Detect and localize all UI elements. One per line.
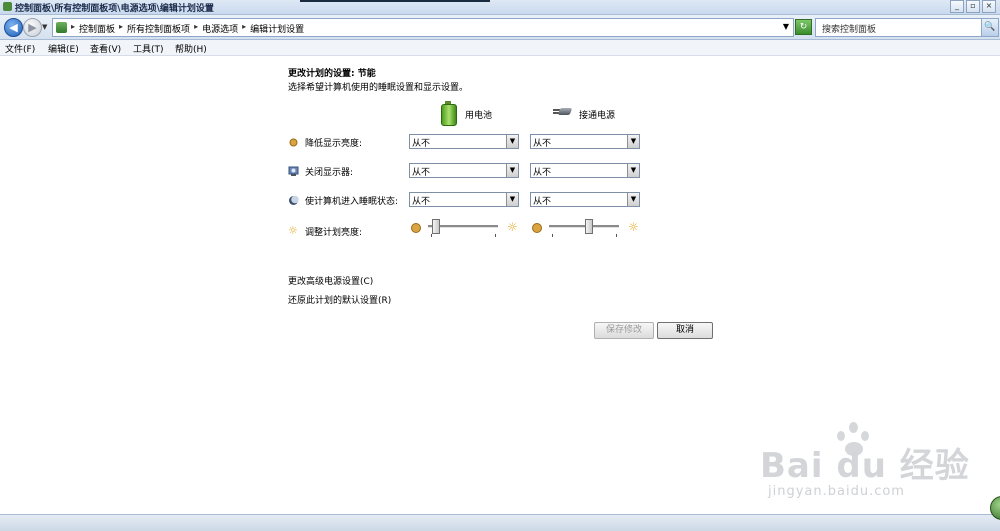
minimize-button[interactable]: _ bbox=[950, 0, 964, 13]
status-bar bbox=[0, 514, 1000, 531]
brightness-battery-slider[interactable] bbox=[428, 217, 498, 237]
menu-help[interactable]: 帮助(H) bbox=[175, 42, 207, 55]
breadcrumb-control-panel[interactable]: 控制面板 bbox=[79, 22, 115, 35]
power-plug-icon bbox=[553, 106, 575, 118]
page-subtitle: 选择希望计算机使用的睡眠设置和显示设置。 bbox=[288, 83, 469, 93]
sleep-plugged-select[interactable]: 从不 ▼ bbox=[530, 192, 640, 207]
battery-icon bbox=[441, 101, 457, 126]
breadcrumb-separator[interactable]: ▸ bbox=[71, 22, 75, 35]
title-bar-overlay bbox=[300, 0, 490, 2]
breadcrumb-edit-plan[interactable]: 编辑计划设置 bbox=[250, 22, 304, 35]
dim-sun-icon bbox=[532, 223, 542, 233]
dim-display-battery-select[interactable]: 从不 ▼ bbox=[409, 134, 519, 149]
back-button[interactable]: ◀ bbox=[4, 18, 23, 37]
column-header-battery: 用电池 bbox=[465, 111, 493, 121]
search-input[interactable]: 搜索控制面板 🔍 bbox=[815, 18, 999, 37]
column-header-plugged: 接通电源 bbox=[579, 111, 616, 121]
watermark-url: jingyan.baidu.com bbox=[768, 484, 905, 499]
brightness-plugged-slider[interactable] bbox=[549, 217, 619, 237]
window-title: 控制面板\所有控制面板项\电源选项\编辑计划设置 bbox=[15, 4, 214, 14]
page-title: 更改计划的设置: 节能 bbox=[288, 69, 376, 79]
menu-view[interactable]: 查看(V) bbox=[90, 42, 121, 55]
breadcrumb-separator[interactable]: ▸ bbox=[119, 22, 123, 35]
recent-pages-dropdown[interactable]: ▼ bbox=[42, 23, 47, 31]
control-panel-icon bbox=[56, 22, 67, 33]
row-label-turn-off-display: 关闭显示器: bbox=[305, 168, 354, 178]
restore-defaults-link[interactable]: 还原此计划的默认设置(R) bbox=[288, 293, 391, 306]
title-bar: 控制面板\所有控制面板项\电源选项\编辑计划设置 _ ▫ × bbox=[0, 0, 1000, 15]
slider-thumb[interactable] bbox=[585, 219, 593, 234]
forward-button[interactable]: ▶ bbox=[23, 18, 42, 37]
breadcrumb-separator[interactable]: ▸ bbox=[242, 22, 246, 35]
close-button[interactable]: × bbox=[982, 0, 996, 13]
bright-sun-icon: ☼ bbox=[507, 220, 518, 234]
sleep-moon-icon bbox=[288, 195, 299, 206]
navigation-bar: ◀ ▶ ▼ ▸ 控制面板 ▸ 所有控制面板项 ▸ 电源选项 ▸ 编辑计划设置 ▼… bbox=[0, 15, 1000, 40]
brightness-icon: ☼ bbox=[288, 224, 298, 237]
breadcrumb-all-items[interactable]: 所有控制面板项 bbox=[127, 22, 190, 35]
row-label-dim-display: 降低显示亮度: bbox=[305, 139, 363, 149]
turn-off-display-plugged-select[interactable]: 从不 ▼ bbox=[530, 163, 640, 178]
dim-display-plugged-select[interactable]: 从不 ▼ bbox=[530, 134, 640, 149]
chevron-down-icon[interactable]: ▼ bbox=[506, 135, 518, 148]
chevron-down-icon[interactable]: ▼ bbox=[506, 164, 518, 177]
menu-edit[interactable]: 编辑(E) bbox=[48, 42, 79, 55]
dim-display-icon bbox=[288, 137, 299, 148]
maximize-button[interactable]: ▫ bbox=[966, 0, 980, 13]
address-bar[interactable]: ▸ 控制面板 ▸ 所有控制面板项 ▸ 电源选项 ▸ 编辑计划设置 ▼ bbox=[52, 18, 794, 37]
breadcrumb-separator[interactable]: ▸ bbox=[194, 22, 198, 35]
row-label-brightness: 调整计划亮度: bbox=[305, 228, 363, 238]
advanced-power-settings-link[interactable]: 更改高级电源设置(C) bbox=[288, 274, 373, 287]
chevron-down-icon[interactable]: ▼ bbox=[506, 193, 518, 206]
chevron-down-icon[interactable]: ▼ bbox=[627, 164, 639, 177]
turn-off-display-battery-select[interactable]: 从不 ▼ bbox=[409, 163, 519, 178]
row-label-sleep: 使计算机进入睡眠状态: bbox=[305, 197, 399, 207]
slider-thumb[interactable] bbox=[432, 219, 440, 234]
menu-tools[interactable]: 工具(T) bbox=[133, 42, 164, 55]
control-panel-icon bbox=[3, 2, 12, 11]
chevron-down-icon[interactable]: ▼ bbox=[783, 22, 789, 31]
search-icon[interactable]: 🔍 bbox=[981, 19, 998, 36]
save-button[interactable]: 保存修改 bbox=[594, 322, 654, 339]
breadcrumb-power-options[interactable]: 电源选项 bbox=[202, 22, 238, 35]
menu-file[interactable]: 文件(F) bbox=[5, 42, 35, 55]
breadcrumb: ▸ 控制面板 ▸ 所有控制面板项 ▸ 电源选项 ▸ 编辑计划设置 bbox=[71, 22, 304, 35]
chevron-down-icon[interactable]: ▼ bbox=[627, 135, 639, 148]
monitor-icon bbox=[288, 166, 299, 177]
search-placeholder: 搜索控制面板 bbox=[822, 25, 877, 35]
bright-sun-icon: ☼ bbox=[628, 220, 639, 234]
sleep-battery-select[interactable]: 从不 ▼ bbox=[409, 192, 519, 207]
chevron-down-icon[interactable]: ▼ bbox=[627, 193, 639, 206]
dim-sun-icon bbox=[411, 223, 421, 233]
menu-bar: 文件(F) 编辑(E) 查看(V) 工具(T) 帮助(H) bbox=[0, 40, 1000, 56]
watermark-brand: Bai du 经验 bbox=[760, 446, 970, 486]
refresh-button[interactable]: ↻ bbox=[795, 19, 812, 35]
cancel-button[interactable]: 取消 bbox=[657, 322, 713, 339]
